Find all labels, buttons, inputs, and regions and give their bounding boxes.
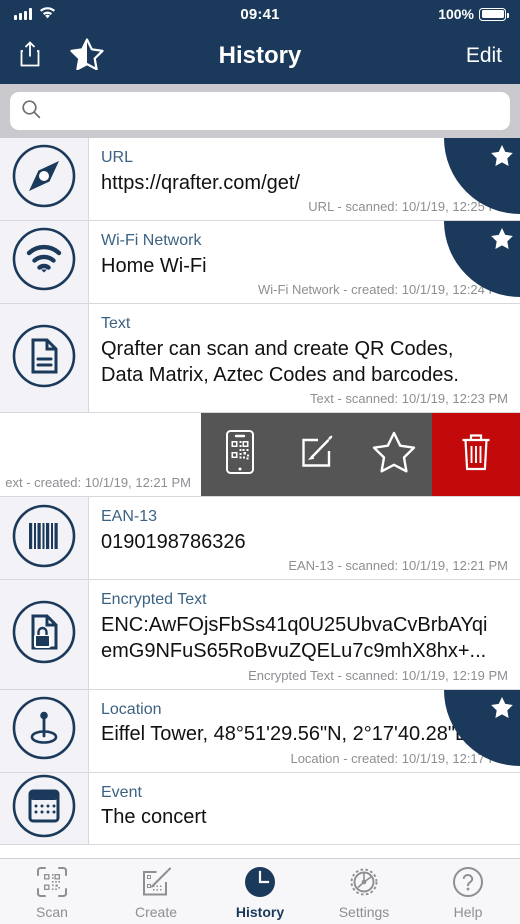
swiped-row-content: ext - created: 10/1/19, 12:21 PM: [0, 413, 201, 497]
nav-left-buttons: [18, 37, 104, 75]
tab-create[interactable]: Create: [104, 859, 208, 924]
scan-qr-icon: [35, 865, 69, 902]
barcode-icon: [11, 503, 77, 574]
edit-action[interactable]: [278, 413, 355, 497]
location-pin-icon: [11, 695, 77, 766]
row-content: Text Qrafter can scan and create QR Code…: [89, 304, 520, 412]
favorite-action[interactable]: [355, 413, 432, 497]
navigation-bar: History Edit: [0, 28, 520, 84]
row-meta-label: EAN-13 - scanned: 10/1/19, 12:21 PM: [288, 558, 508, 574]
row-content: Wi-Fi Network Home Wi-Fi Wi-Fi Network -…: [89, 220, 520, 303]
battery-full-icon: [479, 7, 509, 21]
swiped-table-row[interactable]: ext - created: 10/1/19, 12:21 PM: [0, 413, 520, 498]
search-bar-container: [0, 84, 520, 138]
status-bar-right: 100%: [438, 6, 509, 22]
row-value-label: Qrafter can scan and create QR Codes, Da…: [101, 337, 459, 386]
row-type-label: Location: [101, 700, 162, 718]
row-meta-label: Encrypted Text - scanned: 10/1/19, 12:19…: [248, 667, 508, 683]
table-row[interactable]: Wi-Fi Network Home Wi-Fi Wi-Fi Network -…: [0, 220, 520, 304]
row-icon-cell: [0, 138, 89, 220]
row-type-label: EAN-13: [101, 508, 158, 526]
document-lock-icon: [11, 599, 77, 670]
row-meta-label: Wi-Fi Network - created: 10/1/19, 12:24 …: [258, 281, 508, 297]
swipe-actions: [201, 413, 520, 497]
row-value-label: The concert: [101, 806, 207, 829]
row-type-label: Encrypted Text: [101, 591, 207, 609]
calendar-icon: [11, 773, 77, 844]
row-type-label: Wi-Fi Network: [101, 231, 202, 249]
row-value-label: Eiffel Tower, 48°51'29.56"N, 2°17'40.28"…: [101, 723, 469, 746]
edit-pencil-icon: [296, 431, 338, 478]
row-meta-label: URL - scanned: 10/1/19, 12:25 PM: [308, 198, 508, 214]
battery-percent-label: 100%: [438, 6, 474, 22]
tab-settings[interactable]: Settings: [312, 859, 416, 924]
tab-label: Scan: [36, 903, 68, 920]
share-icon[interactable]: [18, 40, 42, 73]
phone-qr-icon: [221, 428, 259, 481]
row-meta-label: ext - created: 10/1/19, 12:21 PM: [5, 475, 191, 491]
row-icon-cell: [0, 772, 89, 844]
create-qr-icon: [139, 865, 173, 902]
row-meta-label: Text - scanned: 10/1/19, 12:23 PM: [309, 391, 508, 407]
row-icon-cell: [0, 220, 89, 303]
gear-icon: [347, 865, 381, 902]
table-row[interactable]: URL https://qrafter.com/get/ URL - scann…: [0, 138, 520, 221]
row-content: Encrypted Text ENC:AwFOjsFbSs41q0U25Ubva…: [89, 580, 520, 688]
tab-label: Settings: [338, 903, 390, 920]
wifi-network-icon: [11, 226, 77, 297]
table-row[interactable]: EAN-13 0190198786326 EAN-13 - scanned: 1…: [0, 497, 520, 581]
search-field[interactable]: [10, 92, 510, 130]
edit-button[interactable]: Edit: [466, 44, 502, 68]
search-input[interactable]: [49, 101, 499, 121]
row-type-label: URL: [101, 149, 134, 166]
document-text-icon: [11, 323, 77, 394]
row-content: Event The concert: [89, 773, 520, 844]
clock-icon: [243, 865, 277, 902]
tab-label: History: [235, 903, 285, 920]
star-half-icon[interactable]: [70, 37, 104, 75]
row-value-label: Home Wi-Fi: [101, 254, 207, 277]
row-icon-cell: [0, 580, 89, 689]
tab-help[interactable]: Help: [416, 859, 520, 924]
question-circle-icon: [451, 865, 485, 902]
tab-history[interactable]: History: [208, 859, 312, 924]
row-type-label: Text: [101, 314, 131, 332]
row-content: EAN-13 0190198786326 EAN-13 - scanned: 1…: [89, 497, 520, 579]
status-bar: 09:41 100%: [0, 0, 520, 28]
row-icon-cell: [0, 689, 89, 772]
tab-label: Help: [453, 903, 483, 920]
search-icon: [21, 99, 41, 124]
row-content: URL https://qrafter.com/get/ URL - scann…: [89, 138, 520, 220]
row-type-label: Event: [101, 783, 142, 801]
table-row[interactable]: Location Eiffel Tower, 48°51'29.56"N, 2°…: [0, 689, 520, 773]
tab-label: Create: [134, 903, 178, 920]
star-outline-icon: [371, 430, 417, 479]
row-value-label: ENC:AwFOjsFbSs41q0U25UbvaCvBrbAYqi emG9N…: [101, 613, 488, 663]
row-icon-cell: [0, 303, 89, 413]
row-value-label: https://qrafter.com/get/: [101, 171, 300, 194]
tab-bar: Scan Create History Settings Help: [0, 858, 520, 924]
row-value-label: 0190198786326: [101, 530, 246, 553]
row-icon-cell: [0, 497, 89, 580]
table-row[interactable]: Event The concert: [0, 772, 520, 845]
row-content: Location Eiffel Tower, 48°51'29.56"N, 2°…: [89, 689, 520, 772]
compass-icon: [11, 143, 77, 214]
row-meta-label: Location - created: 10/1/19, 12:17 PM: [290, 750, 508, 766]
history-list: URL https://qrafter.com/get/ URL - scann…: [0, 138, 520, 845]
table-row[interactable]: Text Qrafter can scan and create QR Code…: [0, 303, 520, 414]
trash-icon: [458, 429, 494, 480]
show-code-action[interactable]: [201, 413, 278, 497]
table-row[interactable]: Encrypted Text ENC:AwFOjsFbSs41q0U25Ubva…: [0, 580, 520, 690]
tab-scan[interactable]: Scan: [0, 859, 104, 924]
delete-action[interactable]: [432, 413, 520, 497]
